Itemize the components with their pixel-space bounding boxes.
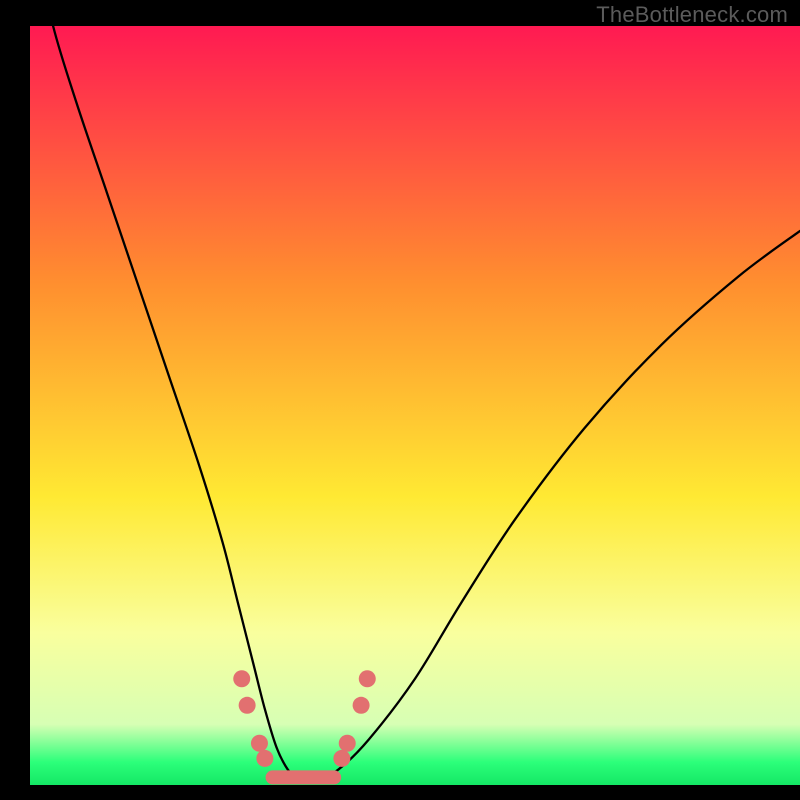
chart-container: { "attribution": "TheBottleneck.com", "c… xyxy=(0,0,800,800)
curve-marker-dot xyxy=(359,670,376,687)
curve-marker-dot xyxy=(353,697,370,714)
curve-marker-dot xyxy=(239,697,256,714)
curve-marker-dot xyxy=(233,670,250,687)
curve-marker-dot xyxy=(339,735,356,752)
curve-marker-dot xyxy=(251,735,268,752)
curve-marker-dot xyxy=(256,750,273,767)
attribution-text: TheBottleneck.com xyxy=(596,2,788,28)
plot-background xyxy=(30,26,800,785)
curve-marker-dot xyxy=(333,750,350,767)
bottleneck-chart xyxy=(0,0,800,800)
